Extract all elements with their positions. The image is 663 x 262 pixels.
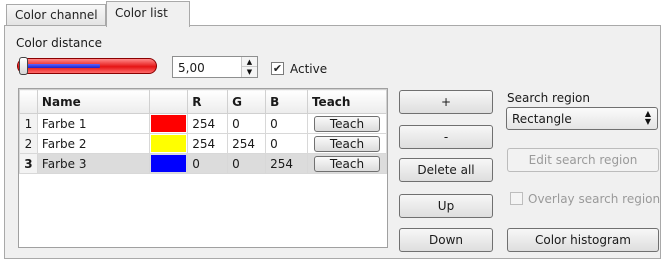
color-swatch-cell[interactable]	[149, 133, 189, 154]
r-value-cell[interactable]: 0	[187, 153, 229, 174]
row-number: 2	[19, 133, 38, 154]
add-color-button[interactable]: +	[399, 90, 493, 114]
tab-color-list[interactable]: Color list	[106, 1, 190, 27]
column-header-color[interactable]	[149, 89, 189, 114]
color-swatch	[151, 155, 187, 172]
spin-down-icon[interactable]: ▼	[242, 67, 257, 77]
color-distance-value: 5,00	[178, 61, 205, 75]
color-swatch	[151, 135, 187, 152]
edit-search-region-button[interactable]: Edit search region	[507, 148, 659, 172]
row-number: 3	[19, 153, 38, 174]
remove-color-button[interactable]: -	[399, 125, 493, 149]
slider-fill	[24, 64, 100, 68]
g-value-cell[interactable]: 254	[227, 133, 267, 154]
check-icon: ✔	[272, 62, 283, 75]
teach-cell: Teach	[306, 113, 387, 134]
column-header-teach[interactable]: Teach	[306, 89, 387, 114]
b-value-cell[interactable]: 254	[265, 153, 308, 174]
color-name-cell[interactable]: Farbe 3	[36, 153, 151, 174]
select-arrows-icon: ▲ ▼	[645, 110, 651, 126]
spin-buttons: ▲ ▼	[241, 57, 257, 77]
color-swatch-cell[interactable]	[149, 113, 189, 134]
table-header-row: Name R G B Teach	[19, 89, 387, 114]
column-header-r[interactable]: R	[187, 89, 229, 114]
search-region-value: Rectangle	[512, 112, 572, 126]
color-table-grid: Name R G B Teach 1 Farbe 1 254 0 0 Teach…	[19, 89, 387, 174]
slider-handle[interactable]	[19, 57, 28, 75]
color-swatch-cell[interactable]	[149, 153, 189, 174]
b-value-cell[interactable]: 0	[265, 113, 308, 134]
b-value-cell[interactable]: 0	[265, 133, 308, 154]
r-value-cell[interactable]: 254	[187, 133, 229, 154]
column-header-g[interactable]: G	[227, 89, 267, 114]
move-up-button[interactable]: Up	[399, 194, 493, 218]
move-down-button[interactable]: Down	[399, 228, 493, 252]
row-number-header	[19, 89, 38, 114]
g-value-cell[interactable]: 0	[227, 113, 267, 134]
teach-button[interactable]: Teach	[313, 155, 380, 172]
color-distance-label: Color distance	[16, 36, 102, 50]
search-region-select[interactable]: Rectangle ▲ ▼	[506, 107, 658, 130]
row-number: 1	[19, 113, 38, 134]
overlay-search-region-checkbox[interactable]	[510, 192, 523, 205]
active-checkbox[interactable]: ✔	[271, 62, 284, 75]
teach-button[interactable]: Teach	[313, 135, 380, 152]
table-row[interactable]: 1 Farbe 1 254 0 0 Teach	[19, 113, 387, 134]
table-row-selected[interactable]: 3 Farbe 3 0 0 254 Teach	[19, 153, 387, 174]
color-name-cell[interactable]: Farbe 2	[36, 133, 151, 154]
teach-cell: Teach	[306, 153, 387, 174]
table-row[interactable]: 2 Farbe 2 254 254 0 Teach	[19, 133, 387, 154]
column-header-name[interactable]: Name	[36, 89, 151, 114]
teach-button[interactable]: Teach	[313, 115, 380, 132]
delete-all-button[interactable]: Delete all	[399, 158, 493, 182]
column-header-b[interactable]: B	[265, 89, 308, 114]
color-swatch	[151, 115, 187, 132]
color-distance-slider[interactable]	[17, 57, 157, 75]
overlay-search-region-label: Overlay search region	[528, 192, 661, 206]
teach-cell: Teach	[306, 133, 387, 154]
color-name-cell[interactable]: Farbe 1	[36, 113, 151, 134]
spin-up-icon[interactable]: ▲	[242, 57, 257, 67]
color-distance-spinbox[interactable]: 5,00 ▲ ▼	[172, 56, 258, 78]
search-region-label: Search region	[507, 91, 590, 105]
tab-color-channel[interactable]: Color channel	[6, 4, 106, 26]
tab-bar: Color channel Color list	[0, 0, 663, 27]
color-table: Name R G B Teach 1 Farbe 1 254 0 0 Teach…	[18, 88, 388, 248]
g-value-cell[interactable]: 0	[227, 153, 267, 174]
chevron-down-icon: ▼	[644, 117, 651, 126]
active-label: Active	[290, 62, 328, 76]
r-value-cell[interactable]: 254	[187, 113, 229, 134]
color-histogram-button[interactable]: Color histogram	[507, 228, 659, 252]
